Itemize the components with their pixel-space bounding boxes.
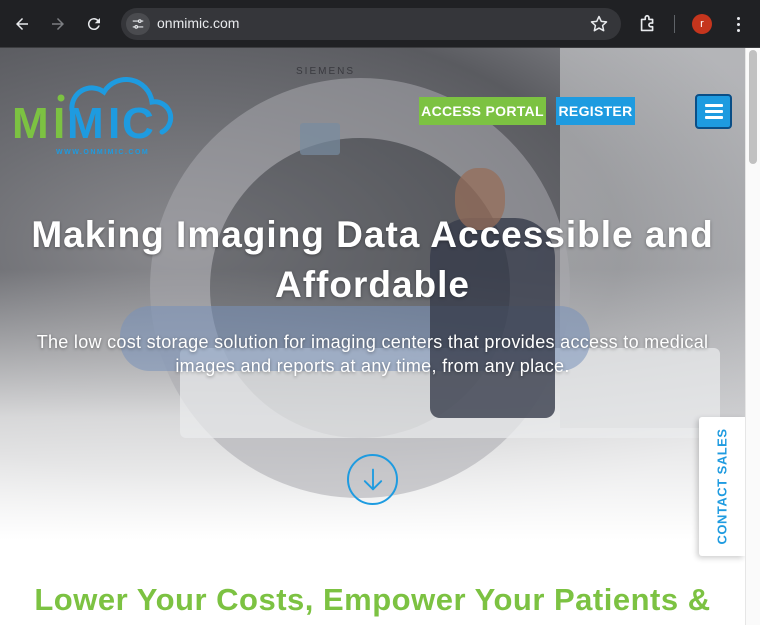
contact-sales-label: CONTACT SALES: [714, 428, 730, 545]
profile-avatar[interactable]: r: [692, 14, 712, 34]
hero-subtitle: The low cost storage solution for imagin…: [36, 332, 709, 376]
url-text[interactable]: onmimic.com: [157, 15, 239, 31]
page-viewport: SIEMENS M I M I C WWW.ONMIMIC.COM ACCESS…: [0, 48, 760, 625]
reload-icon[interactable]: [82, 12, 106, 36]
svg-text:M: M: [67, 99, 104, 148]
scrollbar-thumb[interactable]: [749, 50, 757, 164]
svg-text:I: I: [53, 99, 65, 148]
contact-sales-tab[interactable]: CONTACT SALES: [699, 417, 745, 556]
svg-text:C: C: [122, 99, 154, 148]
mimic-logo[interactable]: M I M I C WWW.ONMIMIC.COM: [10, 68, 180, 158]
kebab-icon[interactable]: [728, 12, 748, 36]
browser-toolbar: onmimic.com r: [0, 0, 760, 48]
toolbar-divider: [674, 15, 675, 33]
hero-section: SIEMENS M I M I C WWW.ONMIMIC.COM ACCESS…: [0, 48, 745, 540]
tune-icon[interactable]: [126, 13, 150, 35]
hamburger-icon[interactable]: [695, 94, 732, 129]
address-bar[interactable]: onmimic.com: [121, 8, 621, 40]
forward-arrow-icon[interactable]: [46, 12, 70, 36]
svg-text:M: M: [12, 99, 49, 148]
hero-title: Making Imaging Data Accessible and Affor…: [31, 214, 714, 305]
svg-text:I: I: [108, 99, 120, 148]
register-button[interactable]: REGISTER: [556, 97, 635, 125]
page-scrollbar[interactable]: [745, 48, 760, 625]
back-arrow-icon[interactable]: [10, 12, 34, 36]
puzzle-icon[interactable]: [637, 13, 659, 35]
down-arrow-circle-icon[interactable]: [347, 454, 398, 505]
star-icon[interactable]: [589, 14, 609, 34]
section-heading: Lower Your Costs, Empower Your Patients …: [34, 582, 711, 617]
svg-text:WWW.ONMIMIC.COM: WWW.ONMIMIC.COM: [56, 149, 149, 156]
access-portal-button[interactable]: ACCESS PORTAL: [419, 97, 546, 125]
